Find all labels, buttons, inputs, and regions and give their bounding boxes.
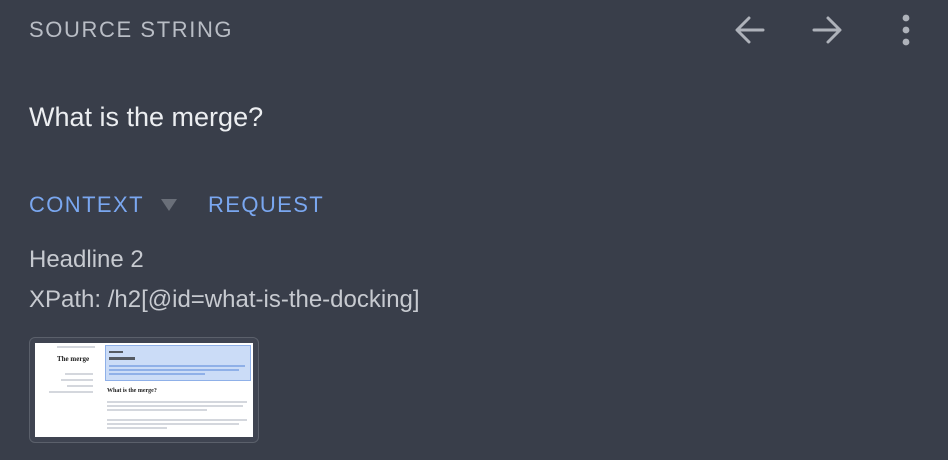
thumb-line xyxy=(109,369,239,371)
thumb-line xyxy=(61,379,93,381)
thumbnail-image: The merge What is the merge? xyxy=(35,343,253,437)
caret-down-icon[interactable] xyxy=(160,198,178,212)
thumb-line xyxy=(109,373,205,375)
thumb-line xyxy=(107,419,247,421)
page-screenshot-thumbnail[interactable]: The merge What is the merge? xyxy=(29,337,259,443)
thumb-line xyxy=(67,385,93,387)
section-title: SOURCE STRING xyxy=(29,17,234,42)
thumb-line xyxy=(107,427,167,429)
thumb-line xyxy=(107,401,247,403)
more-options-button[interactable] xyxy=(884,8,928,52)
source-string-text: What is the merge? xyxy=(29,102,264,132)
thumb-line xyxy=(107,423,239,425)
thumb-line xyxy=(109,365,245,367)
arrow-left-icon xyxy=(735,16,765,44)
thumb-heading: What is the merge? xyxy=(107,388,157,394)
tab-request[interactable]: REQUEST xyxy=(208,192,324,218)
thumb-line xyxy=(109,351,123,353)
thumb-line xyxy=(109,357,135,360)
header: SOURCE STRING xyxy=(0,0,948,62)
thumb-line xyxy=(49,391,93,393)
forward-button[interactable] xyxy=(805,8,849,52)
thumb-line xyxy=(107,405,243,407)
thumb-line xyxy=(107,409,207,411)
thumb-highlight xyxy=(105,345,251,381)
thumb-page-title: The merge xyxy=(57,355,90,363)
arrow-right-icon xyxy=(812,16,842,44)
back-button[interactable] xyxy=(728,8,772,52)
context-element-type: Headline 2 xyxy=(29,246,144,273)
context-xpath: XPath: /h2[@id=what-is-the-docking] xyxy=(29,286,420,313)
more-vertical-icon xyxy=(902,14,910,46)
tab-context[interactable]: CONTEXT xyxy=(29,192,144,218)
thumb-line xyxy=(57,346,95,348)
thumb-line xyxy=(65,373,93,375)
